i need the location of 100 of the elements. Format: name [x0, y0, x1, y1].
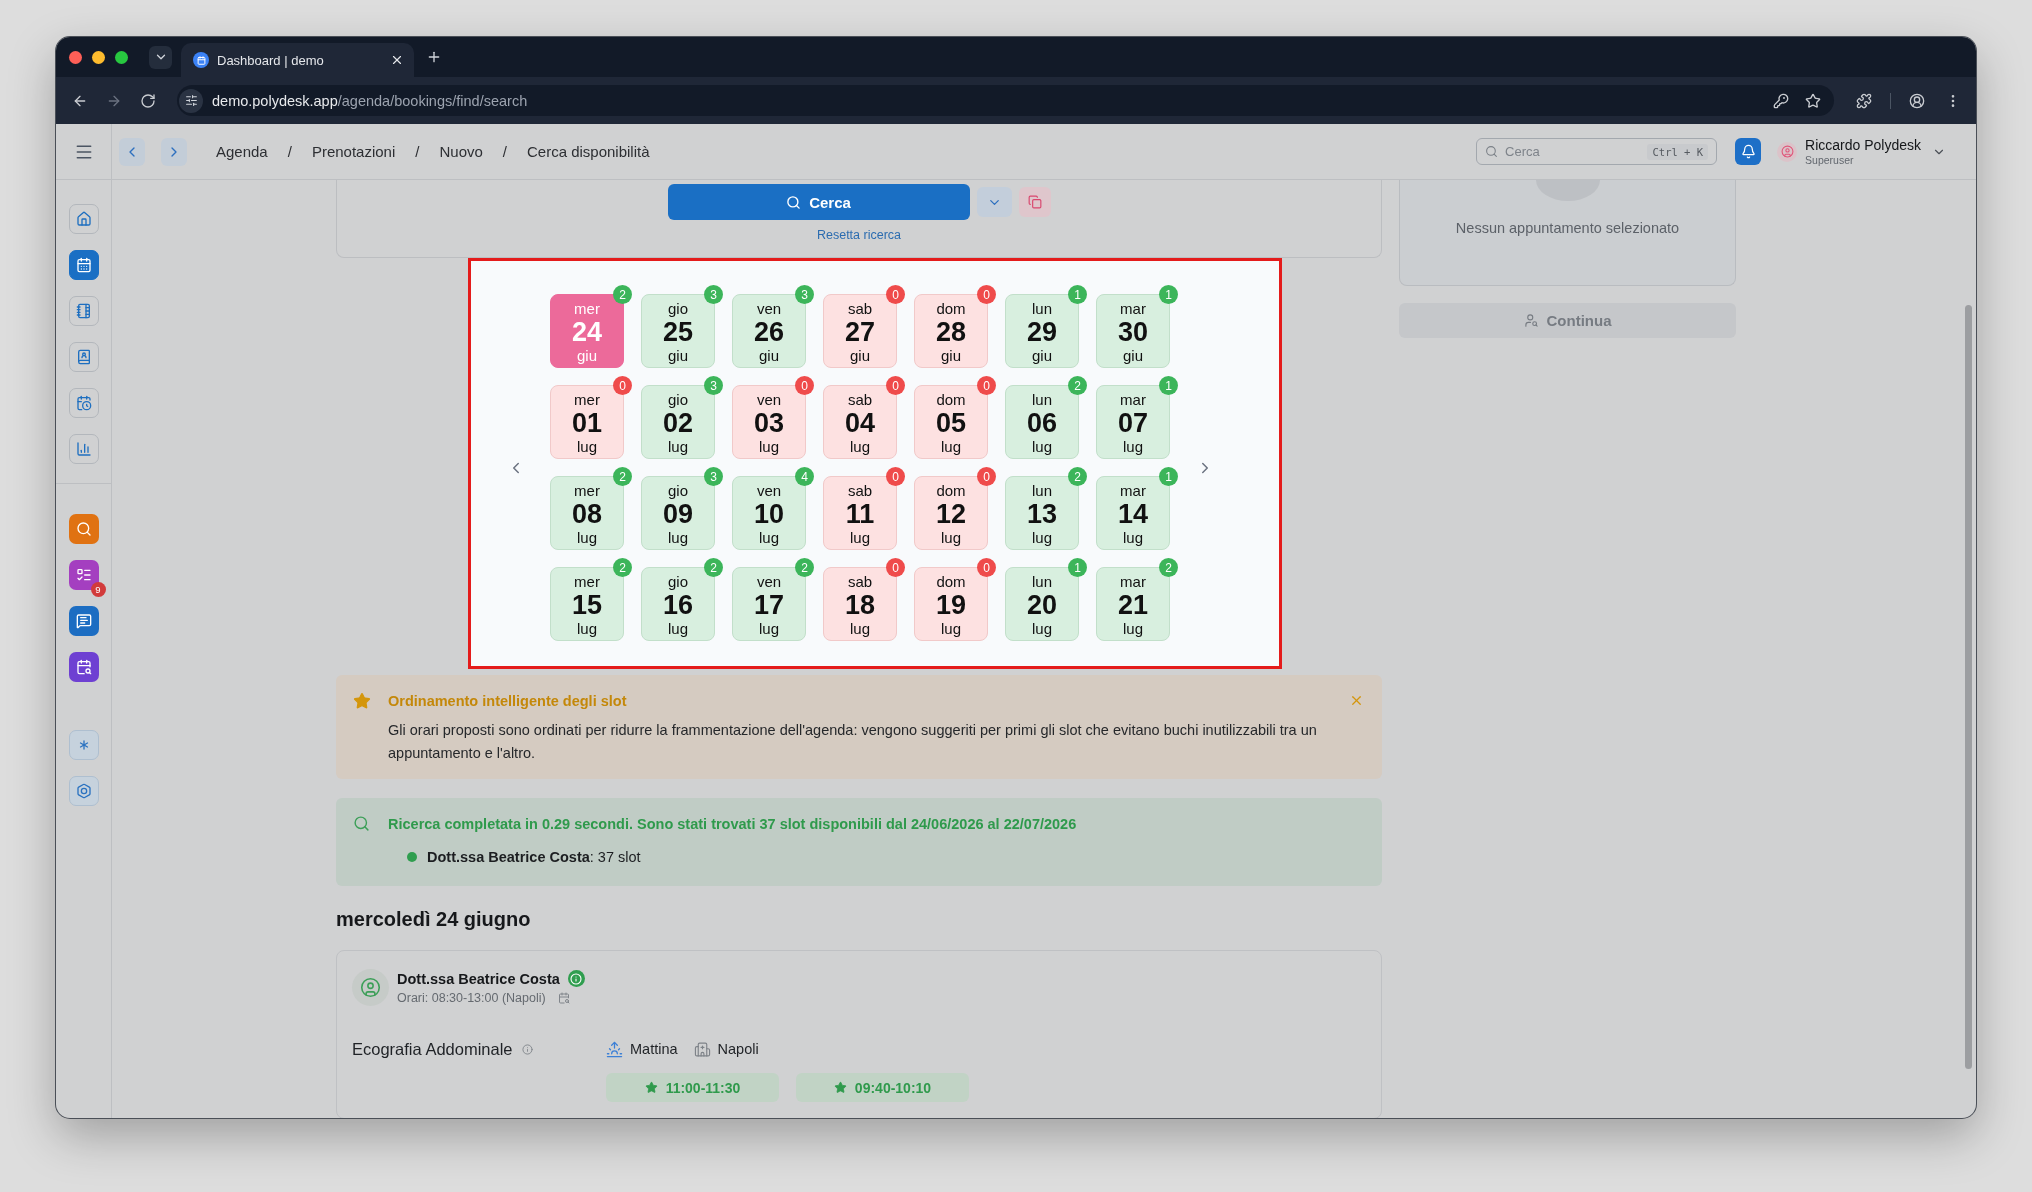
slot-count-badge: 0	[886, 467, 905, 486]
sidebar-nav-button[interactable]	[68, 434, 99, 464]
notice-text: Gli orari proposti sono ordinati per ridurre la frammentazione dell'agenda: vengono suggeriti per primi gli slot che evitano buchi inutilizzabili tra un appuntamento e l'altro.	[388, 721, 1318, 763]
sidebar-nav-button[interactable]	[68, 204, 99, 234]
slot-count-badge: 2	[704, 558, 723, 577]
slot-count-badge: 1	[1159, 376, 1178, 395]
slot-count-badge: 0	[977, 285, 996, 304]
slot-count-badge: 2	[1068, 467, 1087, 486]
breadcrumb-link[interactable]: Agenda	[216, 143, 268, 160]
day-heading: mercoledì 24 giugno	[336, 907, 532, 932]
url-text: demo.polydesk.app/agenda/bookings/find/search	[212, 92, 529, 109]
sidebar-nav-button[interactable]	[68, 250, 99, 280]
slot-count-badge: 1	[1159, 285, 1178, 304]
slot-count-badge: 1	[1068, 285, 1087, 304]
reload-icon[interactable]	[140, 92, 156, 109]
star-icon	[644, 1081, 658, 1094]
puzzle-icon[interactable]	[1856, 92, 1872, 109]
slot-count-badge: 0	[886, 376, 905, 395]
breadcrumb-separator: /	[287, 143, 292, 160]
breadcrumb-link[interactable]: Cerca disponibilità	[527, 143, 650, 160]
slot-count-badge: 4	[795, 467, 814, 486]
slot-count-badge: 0	[886, 558, 905, 577]
bell-icon	[1740, 144, 1756, 159]
browser-tab[interactable]: Dashboard | demo	[181, 43, 414, 77]
sidebar-shortcut-button[interactable]	[68, 652, 99, 682]
sidebar-nav-button[interactable]	[68, 296, 99, 326]
slot-count-badge: 0	[886, 285, 905, 304]
plus-icon[interactable]	[426, 49, 442, 65]
info-icon[interactable]	[567, 970, 585, 987]
slot-count-badge: 0	[977, 558, 996, 577]
breadcrumb-separator: /	[502, 143, 507, 160]
slot-count-badge: 0	[795, 376, 814, 395]
sidebar-shortcut-button[interactable]	[68, 514, 99, 544]
slot-count-badge: 2	[1068, 376, 1087, 395]
contact-book-icon	[75, 349, 92, 365]
service-name: Ecografia Addominale	[352, 1039, 513, 1059]
search-field[interactable]: Cerca Ctrl + K	[1476, 138, 1718, 165]
search-icon	[353, 815, 370, 832]
house-icon	[75, 211, 92, 227]
hospital-icon	[693, 1040, 711, 1058]
slot-count-badge: 1	[1068, 558, 1087, 577]
search-icon	[75, 521, 92, 537]
slot-count-badge: 3	[795, 285, 814, 304]
breadcrumb-link[interactable]: Nuovo	[439, 143, 483, 160]
location-label: Napoli	[717, 1041, 759, 1057]
status-dot-icon	[407, 852, 417, 862]
scrollbar-thumb[interactable]	[1965, 305, 1972, 1069]
user-role: Superuser	[1805, 154, 1855, 166]
search-icon	[786, 194, 802, 210]
sidebar-tool-button[interactable]	[68, 776, 99, 806]
provider-hours: Orari: 08:30-13:00 (Napoli)	[397, 989, 546, 1006]
profile-icon[interactable]	[1909, 92, 1925, 109]
calendar-clock-icon	[75, 395, 92, 411]
star-icon	[833, 1081, 847, 1094]
checklist-icon	[75, 567, 92, 583]
nut-icon	[75, 783, 92, 799]
tab-list-button[interactable]	[149, 45, 172, 69]
star-icon	[353, 692, 371, 710]
search-button[interactable]: Cerca	[667, 184, 970, 220]
breadcrumb-separator: /	[415, 143, 420, 160]
user-search-icon	[1523, 313, 1539, 328]
key-icon[interactable]	[1773, 92, 1789, 109]
close-icon[interactable]	[390, 53, 404, 67]
calendar-icon	[75, 257, 92, 273]
address-bar[interactable]: demo.polydesk.app/agenda/bookings/find/search	[177, 85, 1834, 116]
slot-count-badge: 1	[1159, 467, 1178, 486]
slot-count-badge: 2	[613, 285, 632, 304]
slot-count-badge: 0	[977, 467, 996, 486]
window-minimize-icon[interactable]	[92, 50, 105, 64]
sidebar-nav-button[interactable]	[68, 342, 99, 372]
sidebar-shortcut-button[interactable]	[68, 606, 99, 636]
sliders-icon[interactable]	[179, 88, 203, 113]
slot-count-badge: 2	[1159, 558, 1178, 577]
chat-icon	[75, 613, 92, 629]
sunrise-icon	[606, 1040, 623, 1058]
window-maximize-icon[interactable]	[115, 50, 128, 64]
slot-count-badge: 0	[613, 376, 632, 395]
search-icon	[1485, 145, 1499, 158]
user-name[interactable]: Riccardo Polydesk	[1805, 137, 1921, 154]
sidebar-nav-button[interactable]	[68, 388, 99, 418]
empty-state-text: Nessun appuntamento selezionato	[1455, 219, 1680, 237]
breadcrumb-link[interactable]: Prenotazioni	[311, 143, 396, 160]
notice-title: Ordinamento intelligente degli slot	[388, 692, 628, 711]
provider-summary: Dott.ssa Beatrice Costa: 37 slot	[427, 848, 641, 867]
slot-count-badge: 0	[977, 376, 996, 395]
notifications-button[interactable]	[1735, 138, 1762, 165]
shortcut-hint: Ctrl + K	[1647, 143, 1709, 160]
slot-count-badge: 3	[704, 285, 723, 304]
period-label: Mattina	[630, 1041, 678, 1057]
slot-count-badge: 2	[613, 467, 632, 486]
calendar-search-icon	[75, 659, 92, 675]
star-icon[interactable]	[1805, 92, 1821, 109]
copy-icon	[1027, 195, 1042, 209]
notebook-icon	[75, 303, 92, 319]
slot-count-badge: 3	[704, 376, 723, 395]
user-avatar-icon	[352, 969, 389, 1006]
slot-count-badge: 3	[704, 467, 723, 486]
window-close-icon[interactable]	[69, 50, 82, 64]
reset-search-link[interactable]: Resetta ricerca	[816, 227, 902, 243]
results-message: Ricerca completata in 0.29 secondi. Sono stati trovati 37 slot disponibili dal 24/06/2026 al 22/07/2026	[388, 815, 1078, 834]
